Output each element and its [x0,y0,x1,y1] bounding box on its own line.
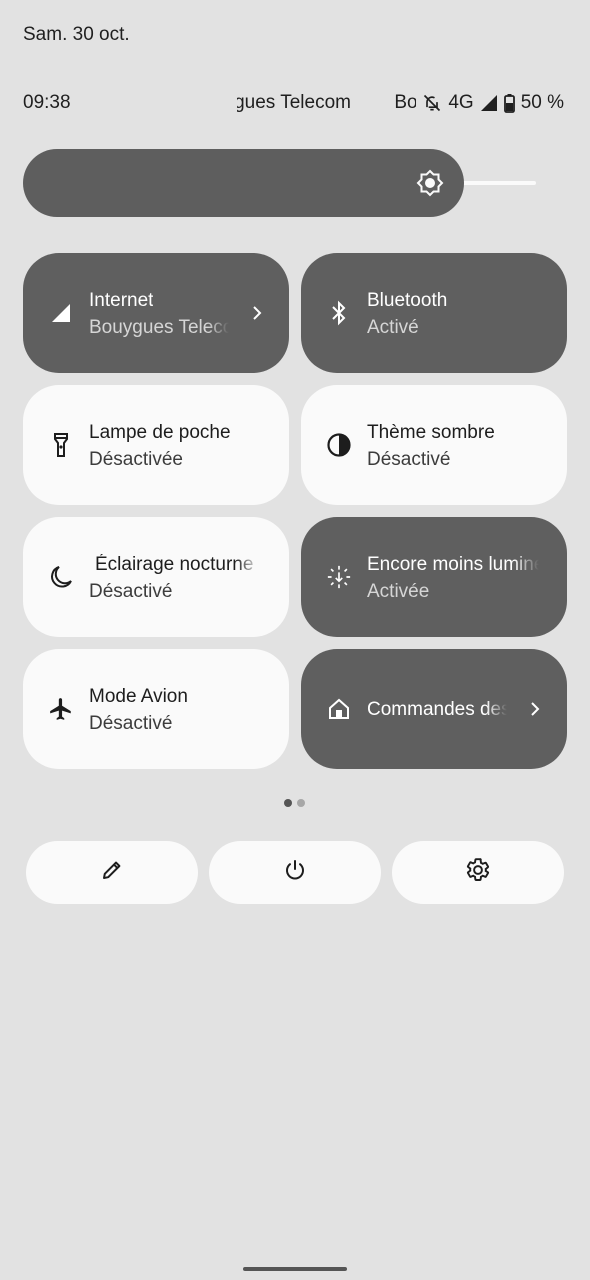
bluetooth-icon [326,298,352,328]
brightness-track [453,181,536,185]
tile-title: Lampe de poche [89,422,231,443]
battery-icon [503,93,515,113]
tile-night-light[interactable]: Éclairage nocturne Désactivé [23,517,289,637]
tile-subtitle: Bouygues Telecom [89,317,229,338]
power-icon [283,858,307,887]
tile-bluetooth[interactable]: Bluetooth Activé [301,253,567,373]
clock: 09:38 [23,92,71,113]
tile-device-controls[interactable]: Commandes des appareils [301,649,567,769]
tile-subtitle: Activée [367,581,430,602]
brightness-fill[interactable] [23,149,464,217]
tile-internet[interactable]: Internet Bouygues Telecom [23,253,289,373]
chevron-right-icon [249,301,265,325]
operator-label: Bouygues [394,92,417,113]
tile-extra-dim[interactable]: Encore moins lumineux Activée [301,517,567,637]
cell-signal-icon [48,298,74,328]
status-icons: Bouygues 4G 50 % [394,92,564,114]
signal-icon [480,94,498,112]
pencil-icon [100,858,124,887]
tile-subtitle: Désactivée [89,449,183,470]
settings-button[interactable] [392,841,564,904]
battery-percent: 50 % [520,92,564,113]
carrier-name: Bouygues Telecom [237,92,351,113]
tile-flashlight[interactable]: Lampe de poche Désactivée [23,385,289,505]
page-dot [297,799,305,807]
tile-airplane-mode[interactable]: Mode Avion Désactivé [23,649,289,769]
tile-subtitle: Désactivé [89,581,173,602]
network-type: 4G [448,92,474,113]
tile-title: Mode Avion [89,686,188,707]
moon-icon [48,562,74,592]
airplane-icon [48,694,74,724]
status-bar: 09:38 Bouygues Telecom Bouygues 4G 50 % [23,92,564,118]
power-button[interactable] [209,841,381,904]
date-label: Sam. 30 oct. [23,24,130,45]
brightness-slider[interactable] [23,149,536,217]
tile-title: Bluetooth [367,290,448,311]
edit-button[interactable] [26,841,198,904]
tile-title: Commandes des appareils [367,699,507,720]
gesture-nav-handle[interactable] [243,1267,347,1271]
home-icon [326,694,352,724]
tile-dark-theme[interactable]: Thème sombre Désactivé [301,385,567,505]
brightness-sun-icon [416,169,444,197]
extra-dim-icon [326,562,352,592]
flashlight-icon [48,430,74,460]
tile-title: Internet [89,290,154,311]
gear-icon [465,857,491,888]
tile-subtitle: Désactivé [89,713,173,734]
dark-theme-icon [326,430,352,460]
page-indicator [284,799,305,807]
tile-subtitle: Désactivé [367,449,451,470]
tile-subtitle: Activé [367,317,419,338]
tile-title: Thème sombre [367,422,495,443]
bell-off-icon [422,93,442,113]
tile-title: Encore moins lumineux [367,554,539,575]
page-dot-active [284,799,292,807]
chevron-right-icon [527,697,543,721]
tile-title: Éclairage nocturne [95,554,254,575]
